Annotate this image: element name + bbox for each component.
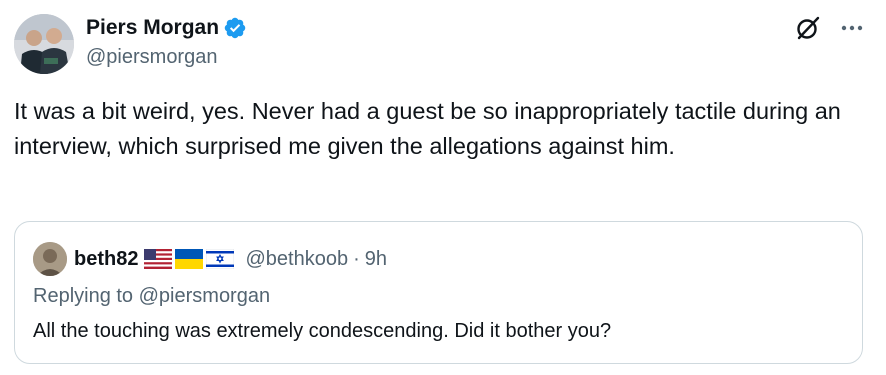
replying-to: Replying to @piersmorgan — [33, 285, 270, 308]
grok-icon[interactable] — [794, 14, 822, 42]
more-icon[interactable] — [840, 16, 864, 40]
us-flag-icon — [144, 249, 173, 269]
tweet-text: It was a bit weird, yes. Never had a gue… — [14, 98, 841, 159]
israel-flag-icon — [206, 249, 235, 269]
tweet-header: Piers Morgan @piersmorgan — [14, 12, 872, 76]
quoted-tweet[interactable]: beth82 @bethkoob · 9h Replying to @piers… — [14, 221, 863, 364]
author-handle[interactable]: @piersmorgan — [86, 46, 247, 69]
quoted-author-handle[interactable]: @bethkoob — [245, 248, 348, 271]
author-display-name[interactable]: Piers Morgan — [86, 16, 219, 40]
quoted-author-avatar[interactable] — [33, 242, 67, 276]
quoted-tweet-text: All the touching was extremely condescen… — [33, 320, 612, 342]
verified-badge-icon — [224, 17, 246, 39]
replying-prefix: Replying to — [33, 285, 134, 307]
quoted-author-name[interactable]: beth82 — [74, 248, 138, 271]
quoted-timestamp[interactable]: 9h — [365, 248, 387, 271]
ukraine-flag-icon — [175, 249, 204, 269]
author-avatar[interactable] — [14, 14, 74, 74]
separator-dot: · — [353, 247, 360, 270]
replying-to-mention[interactable]: @piersmorgan — [139, 285, 270, 307]
